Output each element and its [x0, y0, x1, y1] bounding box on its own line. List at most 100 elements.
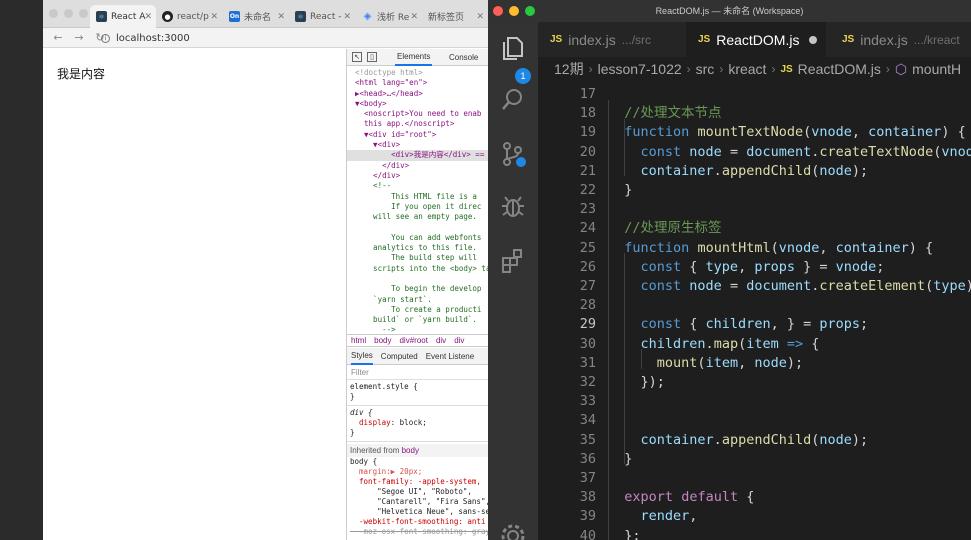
dom-node[interactable]: <html lang="en">	[347, 78, 488, 88]
code-line[interactable]: //处理原生标签	[608, 219, 721, 238]
dom-node[interactable]: this app.</noscript>	[347, 119, 488, 129]
dom-node[interactable]: </div>	[347, 171, 488, 181]
breadcrumb-item[interactable]: body	[374, 336, 391, 345]
explorer-icon[interactable]	[499, 34, 527, 62]
close-tab-icon[interactable]: ✕	[410, 12, 418, 22]
javascript-icon: JS	[698, 34, 711, 45]
close-tab-icon[interactable]: ✕	[210, 12, 218, 22]
code-line[interactable]: function mountTextNode(vnode, container)…	[608, 123, 965, 142]
breadcrumb-item[interactable]: ReactDOM.js	[798, 61, 881, 77]
tab-elements[interactable]: Elements	[395, 49, 433, 66]
code-line[interactable]: render,	[608, 507, 698, 526]
code-line[interactable]: export default {	[608, 488, 754, 507]
browser-tab-label: 未命名	[244, 13, 272, 23]
tab-reactdom[interactable]: JS ReactDOM.js	[686, 22, 826, 57]
code-line[interactable]: //处理文本节点	[608, 104, 721, 123]
code-line[interactable]: const node = document.createTextNode(vno…	[608, 143, 971, 162]
css-declaration[interactable]: display: block;	[350, 418, 488, 428]
url-input[interactable]: i localhost:3000	[101, 30, 481, 46]
dom-node[interactable]: </div>	[347, 161, 488, 171]
code-line[interactable]: };	[608, 527, 640, 540]
breadcrumb-item[interactable]: div	[454, 336, 464, 345]
breadcrumb-item[interactable]: div#root	[399, 336, 427, 345]
breadcrumb-item[interactable]: src	[696, 61, 715, 77]
dom-node[interactable]: ▶<head>…</head>	[347, 89, 488, 99]
css-declaration[interactable]: -webkit-font-smoothing: anti	[350, 517, 488, 527]
tab-index-kreact[interactable]: JS index.js .../kreact	[830, 22, 971, 57]
divider	[347, 441, 488, 442]
tab-computed[interactable]: Computed	[381, 352, 418, 361]
tab-event-listeners[interactable]: Event Listene	[426, 352, 474, 361]
body-rule-selector: body {	[350, 457, 378, 466]
code-editor[interactable]: //处理文本节点 function mountTextNode(vnode, c…	[608, 81, 971, 540]
browser-tab[interactable]: 新标签页 ✕	[422, 5, 488, 28]
back-arrow-icon[interactable]: ←	[52, 31, 64, 44]
breadcrumb-item[interactable]: lesson7-1022	[598, 61, 682, 77]
code-line[interactable]: container.appendChild(node);	[608, 431, 869, 450]
breadcrumb-item[interactable]: mountH	[912, 61, 961, 77]
dom-comment: To create a producti	[355, 304, 482, 314]
dom-node[interactable]: ▼<div id="root">	[347, 130, 488, 140]
dom-node[interactable]: <noscript>You need to enab	[347, 109, 488, 119]
browser-tab[interactable]: On 未命名 ✕	[223, 5, 289, 28]
minimize-window-button[interactable]	[64, 9, 73, 18]
breadcrumb-item[interactable]: html	[351, 336, 366, 345]
dom-comment	[347, 274, 488, 284]
maximize-window-button[interactable]	[525, 6, 535, 16]
info-icon[interactable]: i	[101, 33, 110, 43]
close-tab-icon[interactable]: ✕	[144, 12, 152, 22]
tab-console[interactable]: Console	[447, 49, 480, 66]
close-tab-icon[interactable]: ✕	[277, 12, 285, 22]
close-window-button[interactable]	[49, 9, 58, 18]
styles-filter-input[interactable]: Filter	[347, 366, 488, 380]
source-control-icon[interactable]	[499, 140, 527, 168]
device-toggle-icon[interactable]: ▯	[367, 52, 377, 62]
minimize-window-button[interactable]	[509, 6, 519, 16]
code-line[interactable]: children.map(item => {	[608, 335, 820, 354]
close-window-button[interactable]	[493, 6, 503, 16]
code-line[interactable]: const { type, props } = vnode;	[608, 258, 885, 277]
line-number: 23	[579, 201, 596, 218]
browser-tab[interactable]: ⚛ React A ✕	[90, 5, 156, 28]
dom-node[interactable]: <!doctype html>	[347, 68, 488, 78]
dom-node-selected[interactable]: <div>我是内容</div> == $0	[347, 150, 488, 161]
dom-comment: analytics to this file.	[355, 243, 477, 253]
close-tab-icon[interactable]: ✕	[343, 12, 351, 22]
code-line[interactable]: const node = document.createElement(type…	[608, 277, 971, 296]
breadcrumb-item[interactable]: div	[436, 336, 446, 345]
code-line[interactable]: }	[608, 181, 632, 200]
tab-index-src[interactable]: JS index.js .../src	[538, 22, 673, 57]
forward-arrow-icon[interactable]: →	[73, 31, 85, 44]
css-declaration[interactable]: font-family: -apple-system,	[350, 477, 488, 487]
browser-tab[interactable]: ⚛ React - ✕	[289, 5, 355, 28]
dom-node[interactable]: ▼<body>	[347, 99, 488, 109]
code-line[interactable]: const { children, } = props;	[608, 315, 869, 334]
gear-icon[interactable]	[499, 522, 527, 540]
close-tab-icon[interactable]: ✕	[476, 12, 484, 22]
maximize-window-button[interactable]	[79, 9, 88, 18]
debug-icon[interactable]	[499, 192, 527, 220]
code-line[interactable]: });	[608, 373, 665, 392]
search-icon[interactable]	[499, 86, 527, 114]
inherited-from[interactable]: body	[402, 446, 419, 455]
code-line[interactable]: mount(item, node);	[608, 354, 803, 373]
breadcrumb-item[interactable]: kreact	[728, 61, 766, 77]
dom-node[interactable]: ▼<div>	[347, 140, 488, 150]
tab-label: index.js	[568, 31, 616, 48]
code-line[interactable]: container.appendChild(node);	[608, 162, 869, 181]
line-number: 32	[579, 374, 596, 390]
browser-tab[interactable]: ● react/p ✕	[156, 5, 222, 28]
unsaved-dot-icon[interactable]	[809, 35, 818, 44]
dom-comment[interactable]: <!--	[347, 181, 488, 191]
code-line[interactable]: }	[608, 450, 632, 469]
tab-styles[interactable]: Styles	[351, 348, 373, 365]
extensions-icon[interactable]	[499, 246, 527, 274]
inspect-element-icon[interactable]: ↖	[352, 52, 362, 62]
code-line[interactable]: function mountHtml(vnode, container) {	[608, 239, 933, 258]
breadcrumb-item[interactable]: 12期	[554, 59, 584, 79]
css-declaration[interactable]: margin:▶ 20px;	[350, 467, 488, 477]
css-declaration-overridden[interactable]: -moz-osx-font-smoothing: gray	[350, 527, 488, 537]
line-number: 28	[579, 297, 596, 314]
dom-comment: build` or `yarn build`.	[355, 315, 477, 325]
browser-tab[interactable]: ◈ 浅析 Re ✕	[356, 5, 422, 28]
